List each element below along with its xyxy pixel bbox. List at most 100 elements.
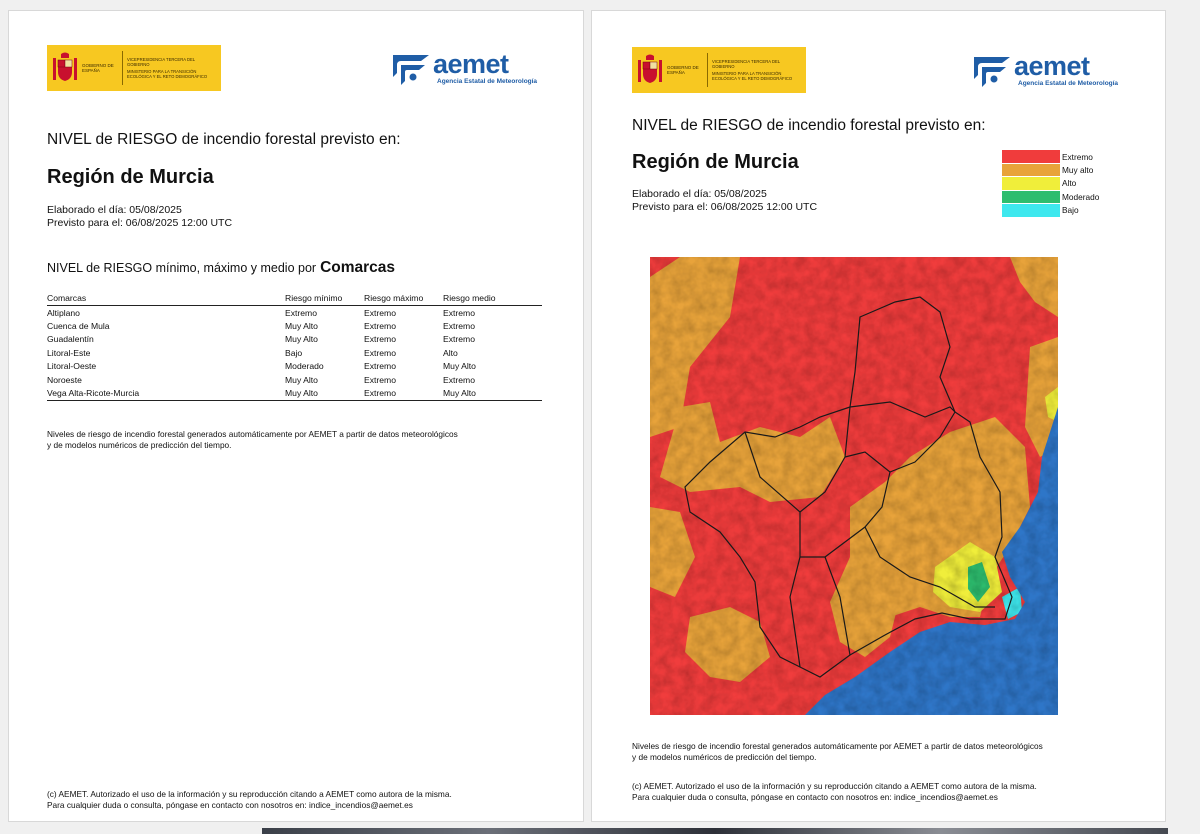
gov-label: Gobierno de España: [667, 65, 699, 75]
report-page-comarcas: Gobierno de España Vicepresidencia terce…: [8, 10, 584, 822]
header-comarcas: Comarcas: [47, 293, 283, 306]
gov-separator: [122, 51, 123, 85]
table-row: Guadalentín Muy Alto Extremo Extremo: [47, 333, 542, 346]
risk-legend: Extremo Muy alto Alto Moderado Bajo: [1002, 150, 1099, 217]
cell-riesgo-medio: Muy Alto: [443, 361, 476, 372]
aemet-logo: aemet Agencia Estatal de Meteorología: [972, 51, 1124, 91]
cell-riesgo-medio: Alto: [443, 347, 458, 358]
aemet-swirl-icon: [974, 57, 1010, 87]
aemet-subtitle: Agencia Estatal de Meteorología: [1018, 80, 1119, 87]
table-row: Altiplano Extremo Extremo Extremo: [47, 306, 542, 320]
legend-item: Moderado: [1002, 190, 1100, 204]
legend-label: Moderado: [1062, 191, 1100, 202]
header-riesgo-maximo: Riesgo máximo: [364, 293, 443, 306]
cell-riesgo-minimo: Muy Alto: [285, 374, 318, 385]
table-header-row: Comarcas Riesgo mínimo Riesgo máximo Rie…: [47, 293, 542, 306]
legend-label: Alto: [1062, 178, 1077, 189]
legend-swatch: [1002, 150, 1060, 163]
cell-riesgo-medio: Extremo: [443, 307, 475, 318]
header-riesgo-minimo: Riesgo mínimo: [283, 293, 364, 306]
region-title: Región de Murcia: [47, 166, 214, 188]
cell-riesgo-maximo: Extremo: [364, 374, 396, 385]
legend-swatch: [1002, 190, 1060, 204]
cell-riesgo-maximo: Extremo: [364, 307, 396, 318]
spain-coat-of-arms-icon: [53, 52, 77, 84]
legend-item: Muy alto: [1002, 163, 1099, 177]
previsto-date: Previsto para el: 06/08/2025 12:00 UTC: [47, 217, 233, 229]
region-title: Región de Murcia: [632, 151, 799, 173]
subheading-text: NIVEL de RIESGO mínimo, máximo y medio p…: [47, 261, 317, 275]
method-note-line-1: Niveles de riesgo de incendio forestal g…: [47, 429, 458, 439]
cell-riesgo-medio: Extremo: [443, 334, 475, 345]
legend-label: Muy alto: [1062, 165, 1094, 176]
next-image-preview-strip: [0, 828, 1200, 834]
cell-riesgo-medio: Muy Alto: [443, 386, 542, 401]
cell-riesgo-maximo: Extremo: [364, 386, 443, 401]
legend-swatch: [1002, 177, 1060, 190]
ministerio-label: Ministerio para la Transición Ecológica …: [127, 69, 208, 79]
cell-riesgo-minimo: Muy Alto: [283, 386, 364, 401]
gobierno-espana-logo: Gobierno de España Vicepresidencia terce…: [632, 47, 806, 93]
cell-riesgo-maximo: Extremo: [364, 347, 396, 358]
cell-riesgo-minimo: Moderado: [285, 361, 324, 372]
cell-riesgo-maximo: Extremo: [364, 334, 396, 345]
gobierno-espana-logo: Gobierno de España Vicepresidencia terce…: [47, 45, 221, 91]
vicepresidencia-label: Vicepresidencia tercera del Gobierno: [127, 57, 195, 67]
cell-comarca: Litoral-Oeste: [47, 361, 97, 372]
aemet-logo: aemet Agencia Estatal de Meteorología: [391, 49, 543, 89]
ministry-label: Vicepresidencia tercera del Gobierno Min…: [712, 59, 802, 81]
cell-riesgo-maximo: Extremo: [364, 321, 396, 332]
method-note-line-2: y de modelos numéricos de predicción del…: [632, 752, 817, 762]
previsto-date: Previsto para el: 06/08/2025 12:00 UTC: [632, 201, 818, 213]
copyright-line-1: (c) AEMET. Autorizado el uso de la infor…: [632, 781, 1037, 791]
legend-item: Bajo: [1002, 203, 1099, 217]
legend-label: Extremo: [1062, 151, 1093, 162]
cell-riesgo-minimo: Extremo: [285, 307, 317, 318]
contact-line: Para cualquier duda o consulta, póngase …: [632, 792, 998, 802]
comarcas-risk-table: Comarcas Riesgo mínimo Riesgo máximo Rie…: [47, 293, 542, 401]
cell-comarca: Litoral-Este: [47, 347, 91, 358]
aemet-subtitle: Agencia Estatal de Meteorología: [437, 78, 538, 85]
aemet-wordmark: aemet: [433, 49, 509, 79]
gov-separator: [707, 53, 708, 87]
cell-comarca: Cuenca de Mula: [47, 321, 110, 332]
report-heading: NIVEL de RIESGO de incendio forestal pre…: [47, 131, 401, 148]
table-row: Litoral-Oeste Moderado Extremo Muy Alto: [47, 360, 542, 373]
report-page-map: Gobierno de España Vicepresidencia terce…: [591, 10, 1166, 822]
table-row: Noroeste Muy Alto Extremo Extremo: [47, 373, 542, 386]
table-row: Cuenca de Mula Muy Alto Extremo Extremo: [47, 319, 542, 332]
cell-riesgo-maximo: Extremo: [364, 361, 396, 372]
cell-riesgo-minimo: Bajo: [285, 347, 303, 358]
legend-label: Bajo: [1062, 205, 1079, 216]
cell-riesgo-minimo: Muy Alto: [285, 334, 318, 345]
table-row: Vega Alta-Ricote-Murcia Muy Alto Extremo Mu…: [47, 386, 542, 401]
header-riesgo-medio: Riesgo medio: [443, 293, 542, 306]
legend-swatch: [1002, 203, 1060, 217]
ministerio-label: Ministerio para la Transición Ecológica …: [712, 71, 793, 81]
preview-thumbnail: [262, 828, 1168, 834]
cell-riesgo-medio: Extremo: [443, 374, 475, 385]
ministry-label: Vicepresidencia tercera del Gobierno Min…: [127, 57, 217, 79]
gov-label: Gobierno de España: [82, 63, 114, 73]
cell-riesgo-minimo: Muy Alto: [285, 321, 318, 332]
cell-comarca: Noroeste: [47, 374, 82, 385]
fire-risk-map: [650, 257, 1058, 715]
legend-item: Alto: [1002, 177, 1099, 190]
comarcas-subheading: NIVEL de RIESGO mínimo, máximo y medio p…: [47, 259, 395, 277]
vicepresidencia-label: Vicepresidencia tercera del Gobierno: [712, 59, 780, 69]
cell-riesgo-medio: Extremo: [443, 321, 475, 332]
legend-item: Extremo: [1002, 150, 1099, 163]
aemet-wordmark: aemet: [1014, 51, 1090, 81]
spain-coat-of-arms-icon: [638, 54, 662, 86]
method-note-line-2: y de modelos numéricos de predicción del…: [47, 440, 232, 450]
contact-line: Para cualquier duda o consulta, póngase …: [47, 800, 413, 810]
cell-comarca: Vega Alta-Ricote-Murcia: [47, 386, 283, 401]
cell-comarca: Guadalentín: [47, 334, 94, 345]
aemet-swirl-icon: [393, 55, 429, 85]
elaborado-date: Elaborado el día: 05/08/2025: [632, 188, 767, 200]
elaborado-date: Elaborado el día: 05/08/2025: [47, 204, 182, 216]
copyright-line-1: (c) AEMET. Autorizado el uso de la infor…: [47, 789, 452, 799]
cell-comarca: Altiplano: [47, 307, 80, 318]
table-row: Litoral-Este Bajo Extremo Alto: [47, 346, 542, 359]
legend-swatch: [1002, 163, 1060, 177]
